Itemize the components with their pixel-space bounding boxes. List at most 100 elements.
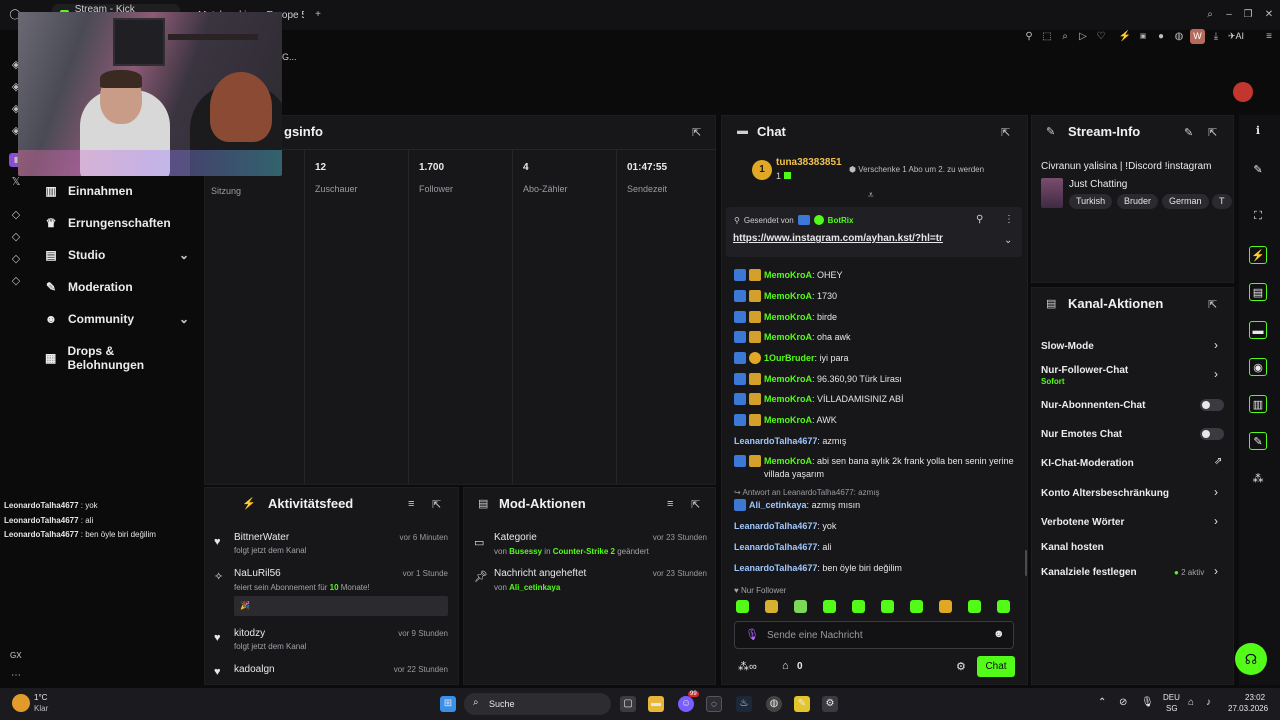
volume-icon[interactable]: ♪	[1206, 697, 1211, 708]
feed-item[interactable]: ♥ kitodzy folgt jetzt dem Kanal vor 9 St…	[212, 628, 454, 658]
microphone-icon[interactable]: 🎙︎	[1141, 697, 1154, 708]
popout-icon[interactable]: ⇱	[1208, 298, 1217, 311]
task-view-icon[interactable]: ▢	[620, 696, 636, 712]
x-icon[interactable]: 𝕏	[9, 175, 23, 189]
chat-message[interactable]: MemoKroA: VİLLADAMISINIZ ABİ	[734, 393, 1019, 406]
pin-icon[interactable]: ⚲	[976, 214, 983, 225]
rail-icon-10[interactable]: ◇	[9, 274, 23, 288]
chevron-right-icon[interactable]: ›	[1214, 338, 1218, 352]
chat-message[interactable]: LeanardoTalha4677: ben öyle biri değilim	[734, 562, 1019, 575]
sub-chat-toggle[interactable]	[1200, 399, 1224, 411]
chat-send-button[interactable]: Chat	[977, 656, 1015, 677]
emote-icon[interactable]	[794, 600, 807, 613]
clock-time[interactable]: 23:02	[1245, 693, 1265, 702]
external-link-icon[interactable]: ⇗	[1214, 456, 1222, 467]
support-icon[interactable]: ☊	[1235, 643, 1267, 675]
rail-icon-9[interactable]: ◇	[9, 252, 23, 266]
feed-item[interactable]: ♥ BittnerWater folgt jetzt dem Kanal vor…	[212, 532, 454, 562]
chat-message[interactable]: LeanardoTalha4677: yok	[734, 520, 1019, 533]
nav-moderation[interactable]: ✎ Moderation	[44, 280, 189, 294]
emote-icon[interactable]	[939, 600, 952, 613]
network-icon[interactable]: ⌂	[1188, 697, 1194, 708]
bolt-icon[interactable]: ⚡	[1249, 246, 1267, 264]
broadcast-icon[interactable]: ◉	[1249, 358, 1267, 376]
popout-icon[interactable]: ⇱	[691, 498, 700, 511]
rail-icon-7[interactable]: ◇	[9, 208, 23, 222]
chat-message[interactable]: MemoKroA: oha awk	[734, 331, 1019, 344]
nav-einnahmen[interactable]: ▥ Einnahmen	[44, 184, 189, 198]
action-follower-chat[interactable]: Nur-Follower-Chat	[1041, 365, 1128, 376]
info-icon[interactable]: ℹ	[1249, 122, 1267, 140]
emote-icon[interactable]	[997, 600, 1010, 613]
chevron-right-icon[interactable]: ›	[1214, 564, 1218, 578]
notes-icon[interactable]: ✎	[794, 696, 810, 712]
filter-icon[interactable]: ≡	[408, 498, 414, 510]
chat-message[interactable]: Ali_cetinkaya: azmış mısın	[734, 499, 1019, 512]
settings-gear-icon[interactable]: ⚙	[956, 660, 966, 673]
chat-message[interactable]: MemoKroA: abi sen bana aylık 2k frank yo…	[734, 455, 1019, 481]
rail-icon-8[interactable]: ◇	[9, 230, 23, 244]
file-explorer-icon[interactable]: ▬	[648, 696, 664, 712]
emote-chat-toggle[interactable]	[1200, 428, 1224, 440]
mod-action-item[interactable]: 📌︎ Nachricht angeheftet von Ali_cetinkay…	[472, 568, 710, 596]
emote-icon[interactable]	[736, 600, 749, 613]
chat-scrollbar[interactable]	[1025, 550, 1027, 576]
maximize-icon[interactable]: ❐	[1241, 8, 1255, 22]
community-icon[interactable]: ⁂	[1249, 470, 1267, 488]
discord-icon[interactable]: ☺	[678, 696, 694, 712]
chat-message[interactable]: LeanardoTalha4677: ali	[734, 541, 1019, 554]
nav-studio[interactable]: ▤ Studio ⌄	[44, 248, 189, 262]
tray-chevron-icon[interactable]: ⌃	[1098, 697, 1106, 708]
emote-icon[interactable]	[765, 600, 778, 613]
gift-leader-user[interactable]: tuna38383851	[776, 157, 842, 168]
action-banned-words[interactable]: Verbotene Wörter	[1041, 517, 1124, 528]
more-options-icon[interactable]: ⋮	[1004, 214, 1014, 225]
chevron-right-icon[interactable]: ›	[1214, 485, 1218, 499]
feed-item[interactable]: ♥ kadoalgn vor 22 Stunden	[212, 664, 454, 682]
store-icon[interactable]: ⌂	[782, 660, 789, 672]
weather-icon[interactable]	[12, 694, 30, 712]
chat-message[interactable]: MemoKroA: OHEY	[734, 269, 1019, 282]
microphone-icon[interactable]: 🎙︎	[745, 628, 759, 641]
action-sub-chat[interactable]: Nur-Abonnenten-Chat	[1041, 400, 1145, 411]
chevron-down-icon[interactable]: ⌄	[1004, 235, 1012, 246]
chat-message[interactable]: MemoKroA: birde	[734, 311, 1019, 324]
opera-gx-icon[interactable]: ◌	[706, 696, 722, 712]
clipboard-icon[interactable]: ▤	[1249, 283, 1267, 301]
chat-bubble-icon[interactable]: ▬	[1249, 321, 1267, 339]
chat-message[interactable]: MemoKroA: AWK	[734, 414, 1019, 427]
popout-icon[interactable]: ⇱	[1001, 126, 1010, 139]
emoji-icon[interactable]: ☻	[993, 628, 1005, 640]
chat-message[interactable]: LeanardoTalha4677: azmış	[734, 435, 1019, 448]
popout-icon[interactable]: ⇱	[432, 498, 441, 511]
close-icon[interactable]: ✕	[1262, 8, 1276, 22]
kick-points-icon[interactable]: ⁂∞	[738, 660, 757, 673]
more-icon[interactable]: ⋯	[11, 670, 21, 681]
taskbar-search[interactable]: ⌕ Suche	[464, 693, 611, 715]
feed-item[interactable]: ✧ NaLuRil56 feiert sein Abonnement für 1…	[212, 568, 454, 618]
filter-icon[interactable]: ≡	[667, 498, 673, 510]
chat-input-box[interactable]: 🎙︎ Sende eine Nachricht ☻	[734, 621, 1014, 649]
lang-top[interactable]: DEU	[1163, 693, 1180, 702]
emote-icon[interactable]	[910, 600, 923, 613]
settings-gear-icon[interactable]: ⚙	[822, 696, 838, 712]
edit-icon[interactable]: ✎	[1249, 161, 1267, 179]
pinned-message[interactable]: ⚲ Gesendet von BotRix ⚲ ⋮ https://www.ins…	[726, 207, 1022, 257]
pinned-link[interactable]: https://www.instagram.com/ayhan.kst/?hl=…	[733, 233, 943, 244]
chevron-right-icon[interactable]: ›	[1214, 367, 1218, 381]
emote-icon[interactable]	[823, 600, 836, 613]
avatar[interactable]	[1233, 82, 1253, 102]
gift-cta[interactable]: ⬢ Verschenke 1 Abo um 2. zu werden	[849, 165, 984, 174]
steam-icon[interactable]: ♨	[736, 696, 752, 712]
action-host-channel[interactable]: Kanal hosten	[1041, 542, 1104, 553]
nav-errungenschaften[interactable]: ♛ Errungenschaften	[44, 216, 189, 230]
action-ai-moderation[interactable]: KI-Chat-Moderation	[1041, 458, 1134, 469]
crop-icon[interactable]: ⛶	[1249, 207, 1267, 225]
emote-icon[interactable]	[968, 600, 981, 613]
action-age-restriction[interactable]: Konto Altersbeschränkung	[1041, 488, 1169, 499]
popout-icon[interactable]: ⇱	[692, 126, 701, 139]
app-icon[interactable]: ◍	[766, 696, 782, 712]
wrench-icon[interactable]: ✎	[1249, 432, 1267, 450]
nav-drops[interactable]: ▦ Drops & Belohnungen	[44, 344, 189, 372]
collapse-icon[interactable]: ⩡	[868, 190, 874, 201]
